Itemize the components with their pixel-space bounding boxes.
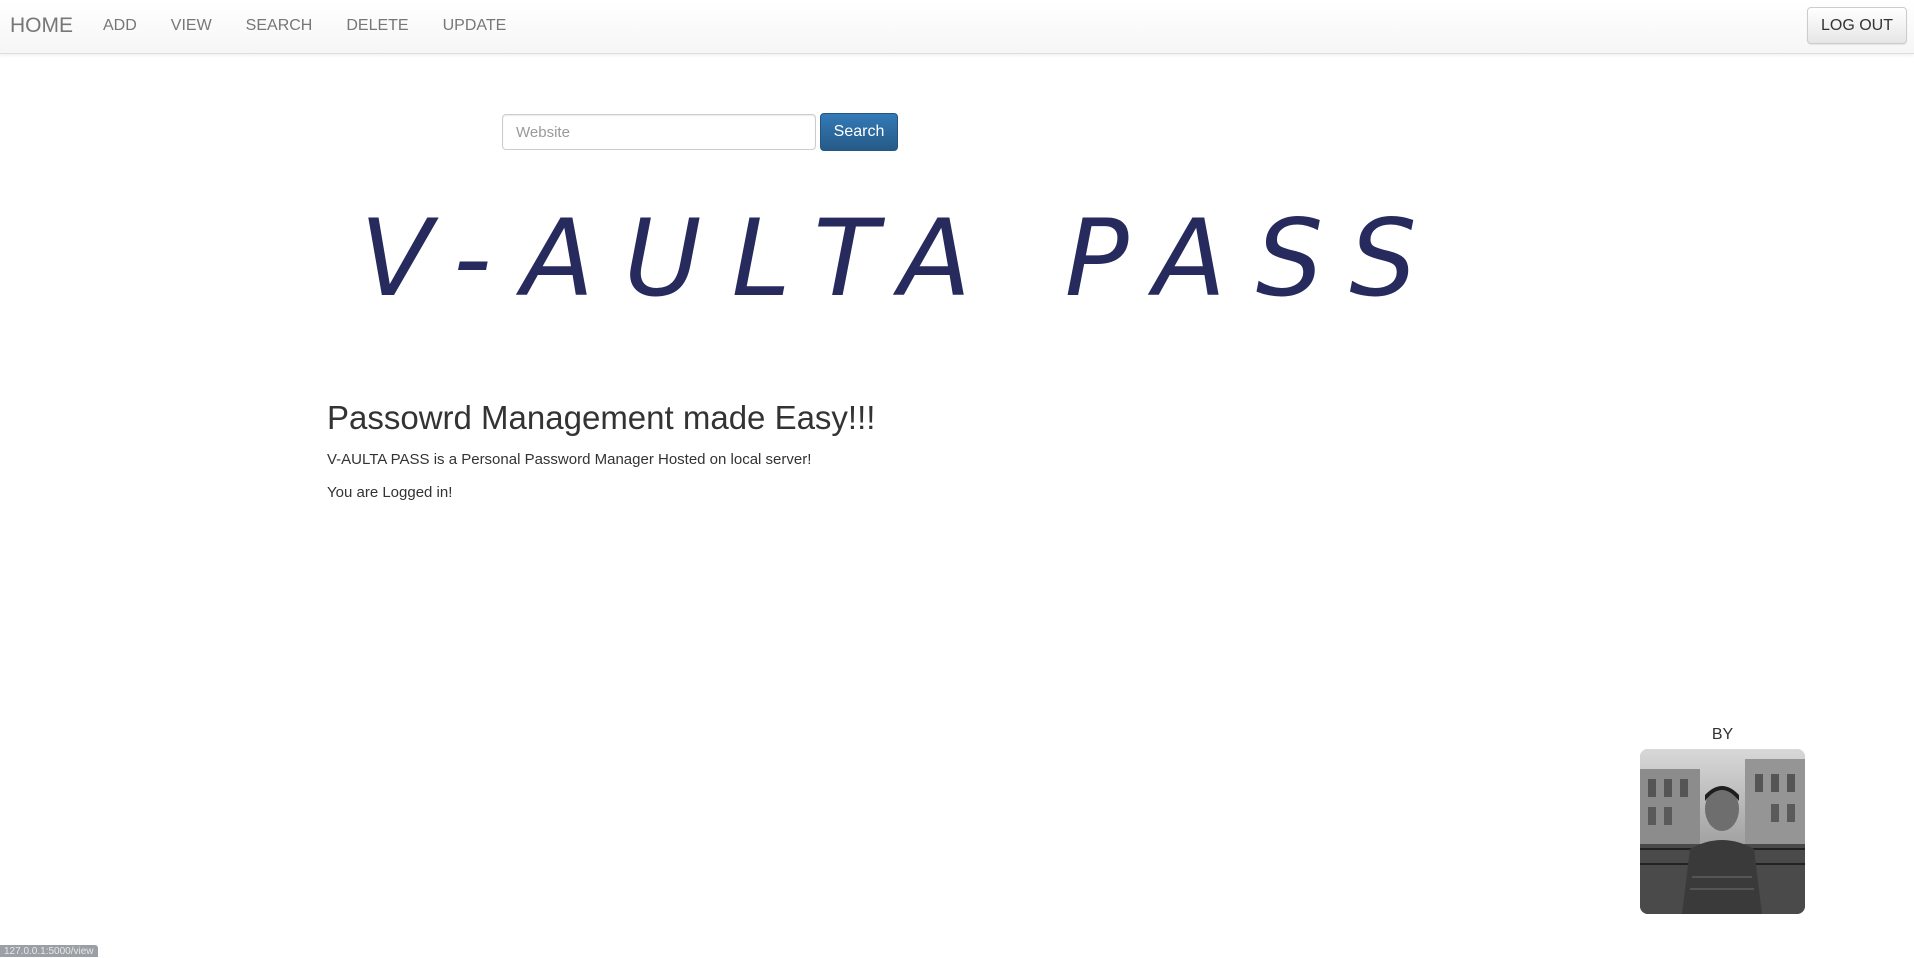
search-button[interactable]: Search: [820, 113, 898, 151]
logout-button[interactable]: LOG OUT: [1807, 7, 1907, 44]
search-form: Search: [502, 113, 898, 151]
website-search-input[interactable]: [502, 114, 816, 150]
app-description: V-AULTA PASS is a Personal Password Mana…: [327, 450, 1327, 470]
page-heading: Passowrd Management made Easy!!!: [327, 398, 1327, 438]
navbar: HOME ADD VIEW SEARCH DELETE UPDATE LOG O…: [0, 0, 1914, 54]
login-status: You are Logged in!: [327, 483, 1327, 503]
nav-add-link[interactable]: ADD: [86, 17, 154, 35]
nav-update-link[interactable]: UPDATE: [426, 17, 524, 35]
author-section: BY: [1640, 726, 1805, 914]
nav-search-link[interactable]: SEARCH: [229, 17, 330, 35]
author-label: BY: [1640, 726, 1805, 744]
logo: V-AULTA PASS: [356, 195, 1556, 330]
nav-delete-link[interactable]: DELETE: [329, 17, 425, 35]
author-photo: [1640, 749, 1805, 914]
nav-view-link[interactable]: VIEW: [154, 17, 229, 35]
nav-links: ADD VIEW SEARCH DELETE UPDATE: [86, 17, 523, 35]
logo-text: V-AULTA PASS: [360, 197, 1447, 320]
browser-status-bar: 127.0.0.1:5000/view: [0, 945, 98, 957]
intro-section: Passowrd Management made Easy!!! V-AULTA…: [327, 398, 1327, 516]
home-link[interactable]: HOME: [10, 14, 73, 38]
